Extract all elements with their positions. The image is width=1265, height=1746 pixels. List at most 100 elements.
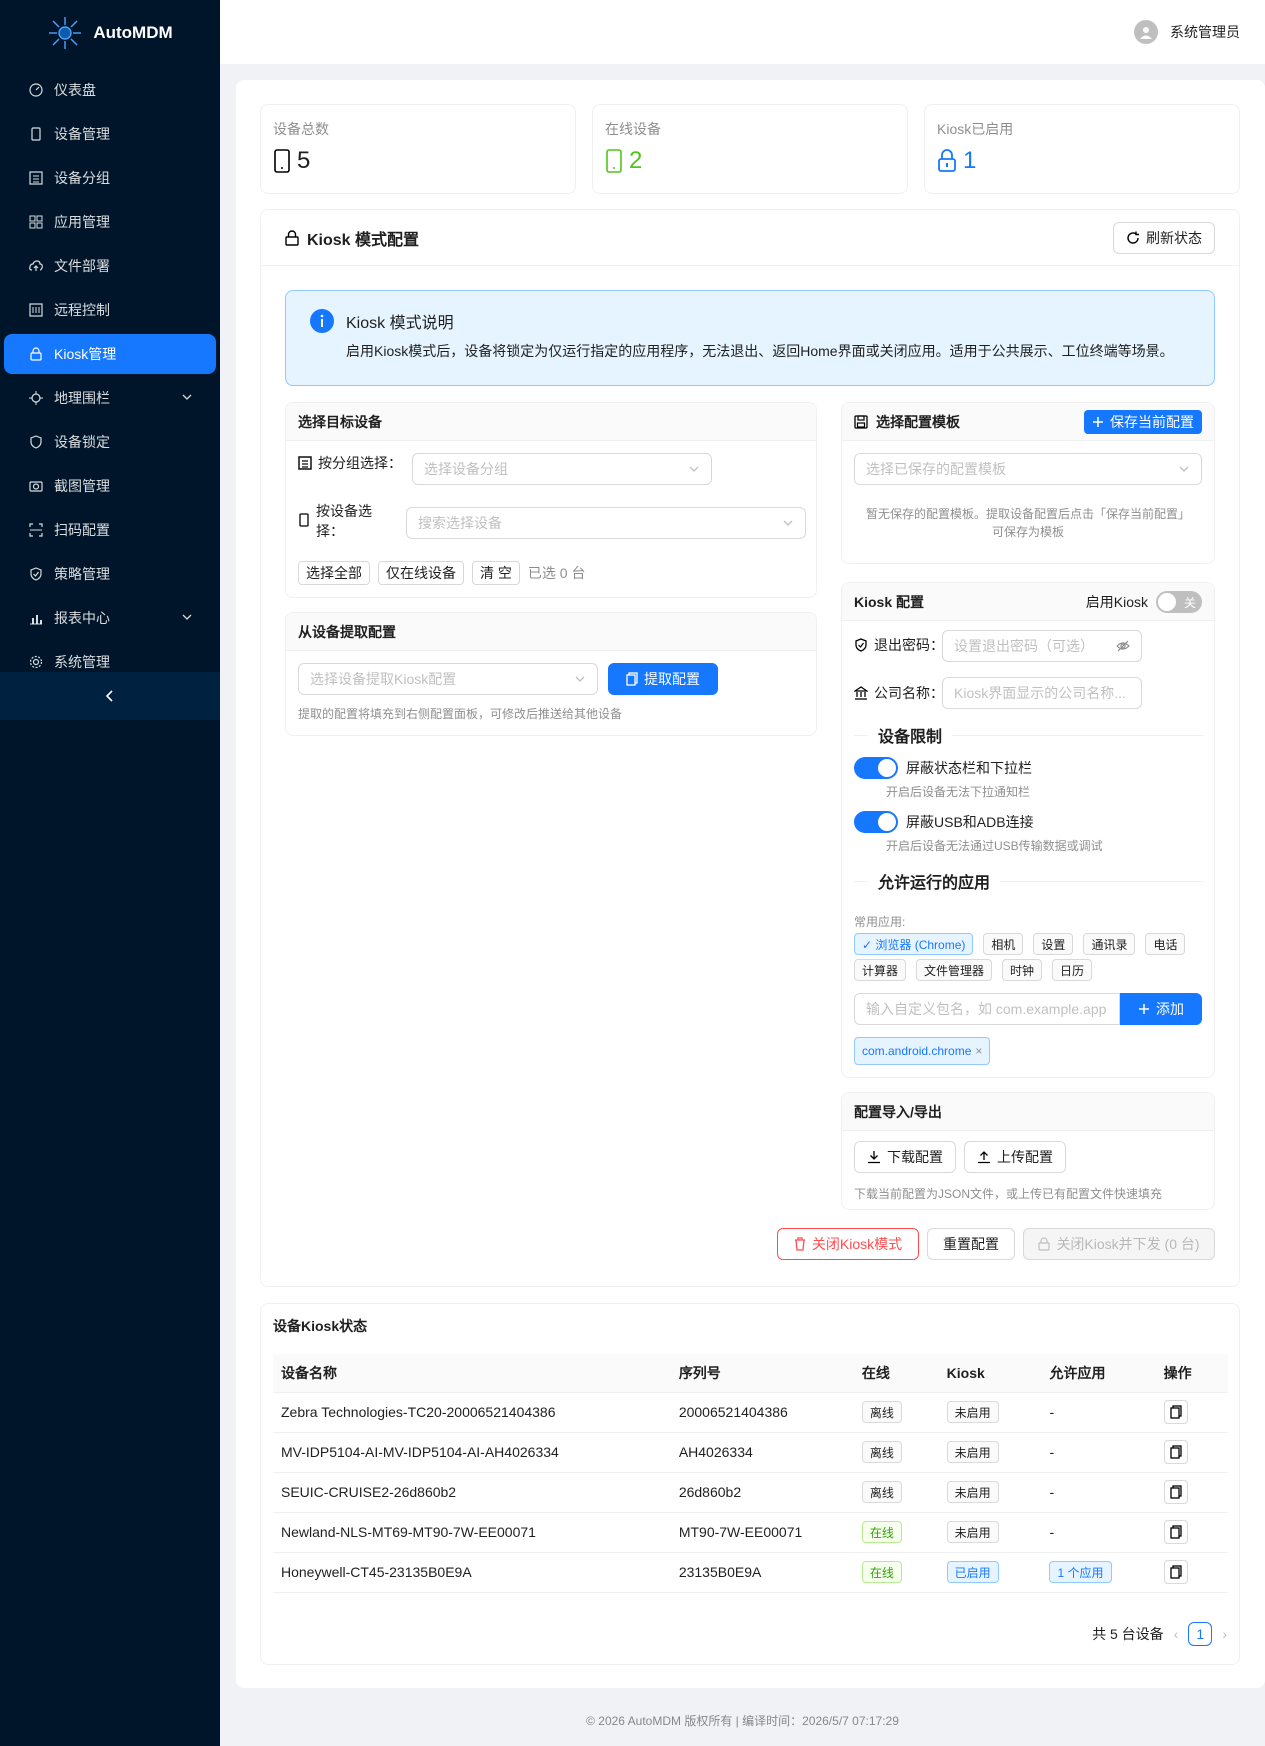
online-only-button[interactable]: 仅在线设备 — [378, 561, 464, 585]
download-icon — [868, 1151, 880, 1164]
select-all-button[interactable]: 选择全部 — [298, 561, 370, 585]
download-config-button[interactable]: 下载配置 — [854, 1141, 956, 1173]
sidebar-item-label: Kiosk管理 — [54, 346, 117, 362]
custom-package-input[interactable]: 输入自定义包名，如 com.example.app — [854, 993, 1120, 1025]
common-app-tag[interactable]: 电话 — [1145, 933, 1186, 955]
sidebar-item-5[interactable]: 远程控制 — [4, 290, 216, 330]
sidebar-item-11[interactable]: 策略管理 — [4, 554, 216, 594]
common-app-tag[interactable]: 文件管理器 — [916, 959, 993, 981]
chevron-down-icon — [575, 676, 585, 682]
next-page-icon[interactable]: › — [1222, 1626, 1227, 1642]
copy-config-button[interactable] — [1163, 1480, 1188, 1504]
statusbar-block-label: 屏蔽状态栏和下拉栏 — [906, 760, 1032, 776]
group-select[interactable]: 选择设备分组 — [412, 453, 712, 485]
setting-icon — [28, 654, 44, 670]
template-select[interactable]: 选择已保存的配置模板 — [854, 453, 1202, 485]
copy-icon — [1169, 1525, 1182, 1539]
sidebar-item-label: 设备锁定 — [54, 434, 110, 450]
collapse-button[interactable] — [0, 672, 220, 720]
enable-kiosk-switch[interactable]: 关 — [1156, 590, 1202, 613]
device-select[interactable]: 搜索选择设备 — [406, 507, 806, 539]
extract-device-select[interactable]: 选择设备提取Kiosk配置 — [298, 663, 598, 695]
exit-password-input[interactable]: 设置退出密码（可选） — [942, 630, 1142, 662]
copy-config-button[interactable] — [1163, 1440, 1188, 1464]
pagination-page[interactable]: 1 — [1188, 1622, 1213, 1646]
serial-number: 23135B0E9A — [670, 1552, 854, 1593]
sidebar-item-12[interactable]: 报表中心 — [4, 598, 216, 638]
company-name-placeholder: Kiosk界面显示的公司名称... — [954, 685, 1126, 701]
allowed-apps: - — [1049, 1404, 1055, 1420]
chevron-down-icon — [689, 466, 699, 472]
serial-number: AH4026334 — [670, 1432, 854, 1473]
sidebar-item-0[interactable]: 仪表盘 — [4, 70, 216, 110]
device-status-table: 设备名称 序列号 在线 Kiosk 允许应用 操作 Zebra Technologies-… — [273, 1354, 1228, 1593]
statusbar-block-switch[interactable] — [854, 757, 898, 779]
copy-config-button[interactable] — [1163, 1560, 1188, 1584]
table-row: Honeywell-CT45-23135B0E9A 23135B0E9A 在线 已启用… — [273, 1552, 1228, 1593]
common-app-tag[interactable]: 时钟 — [1002, 959, 1043, 981]
common-app-tag[interactable]: ✓ 浏览器 (Chrome) — [854, 933, 974, 955]
panel-title: Kiosk 模式配置 — [307, 231, 420, 249]
sidebar-item-label: 仪表盘 — [54, 82, 96, 98]
sidebar-item-4[interactable]: 文件部署 — [4, 246, 216, 286]
apps-title: 允许运行的应用 — [878, 875, 991, 892]
avatar[interactable] — [1134, 20, 1158, 44]
safety-certificate-icon — [28, 566, 44, 582]
common-app-tag[interactable]: 设置 — [1033, 933, 1074, 955]
sidebar-item-8[interactable]: 设备锁定 — [4, 422, 216, 462]
upload-config-button[interactable]: 上传配置 — [964, 1141, 1066, 1173]
common-app-tag[interactable]: 通讯录 — [1083, 933, 1136, 955]
sidebar-item-label: 扫码配置 — [54, 522, 110, 538]
info-title: Kiosk 模式说明 — [346, 315, 454, 332]
stat-title: 设备总数 — [273, 121, 329, 137]
column-header: 在线 — [853, 1354, 939, 1393]
usb-block-label: 屏蔽USB和ADB连接 — [906, 814, 1034, 830]
user-name[interactable]: 系统管理员 — [1170, 22, 1240, 42]
company-name-input[interactable]: Kiosk界面显示的公司名称... — [942, 677, 1142, 709]
sidebar-item-3[interactable]: 应用管理 — [4, 202, 216, 242]
close-kiosk-button[interactable]: 关闭Kiosk模式 — [777, 1228, 919, 1260]
column-header: 允许应用 — [1041, 1354, 1156, 1393]
extract-config-button[interactable]: 提取配置 — [608, 663, 718, 695]
refresh-status-button[interactable]: 刷新状态 — [1113, 221, 1215, 254]
restrictions-title: 设备限制 — [878, 729, 943, 746]
scan-icon — [28, 522, 44, 538]
logo-icon — [49, 17, 82, 49]
aim-icon — [28, 390, 44, 406]
serial-number: 20006521404386 — [670, 1392, 854, 1433]
common-app-tag[interactable]: 计算器 — [854, 959, 907, 981]
allowed-apps-tag: 1 个应用 — [1049, 1561, 1112, 1583]
common-apps-list: ✓ 浏览器 (Chrome) 相机 设置 通讯录 电话计算器 文件管理器 时钟 日历 — [854, 933, 1204, 981]
sidebar-item-9[interactable]: 截图管理 — [4, 466, 216, 506]
usb-block-switch[interactable] — [854, 811, 898, 833]
copy-config-button[interactable] — [1163, 1520, 1188, 1544]
reset-config-button[interactable]: 重置配置 — [927, 1228, 1015, 1260]
common-app-tag[interactable]: 日历 — [1052, 959, 1093, 981]
eye-invisible-icon[interactable] — [1116, 640, 1130, 652]
section-title: 选择配置模板 — [876, 413, 960, 430]
add-package-button[interactable]: 添加 — [1120, 993, 1202, 1025]
company-name-label: 公司名称： — [874, 685, 944, 701]
group-icon — [28, 170, 44, 186]
import-export-hint: 下载当前配置为JSON文件，或上传已有配置文件快速填充 — [854, 1187, 1163, 1201]
common-app-tag[interactable]: 相机 — [983, 933, 1024, 955]
exit-password-label: 退出密码： — [874, 637, 944, 653]
close-icon[interactable]: × — [975, 1044, 982, 1058]
sidebar-item-1[interactable]: 设备管理 — [4, 114, 216, 154]
sidebar-item-2[interactable]: 设备分组 — [4, 158, 216, 198]
custom-package-placeholder: 输入自定义包名，如 com.example.app — [866, 1001, 1107, 1017]
sidebar-item-7[interactable]: 地理围栏 — [4, 378, 216, 418]
template-empty-hint-2: 可保存为模板 — [991, 525, 1064, 539]
copy-config-button[interactable] — [1163, 1400, 1188, 1424]
clear-button[interactable]: 清 空 — [472, 561, 520, 585]
close-and-push-button[interactable]: 关闭Kiosk并下发 (0 台) — [1023, 1228, 1215, 1260]
save-current-config-button[interactable]: 保存当前配置 — [1084, 409, 1202, 434]
close-kiosk-label: 关闭Kiosk模式 — [811, 1236, 903, 1252]
sidebar-item-10[interactable]: 扫码配置 — [4, 510, 216, 550]
sidebar-item-6[interactable]: Kiosk管理 — [4, 334, 216, 374]
logo[interactable]: AutoMDM — [0, 0, 220, 66]
allowed-apps: - — [1049, 1524, 1055, 1540]
close-push-label: 关闭Kiosk并下发 (0 台) — [1056, 1236, 1200, 1252]
copy-icon — [626, 672, 638, 686]
prev-page-icon[interactable]: ‹ — [1174, 1626, 1179, 1642]
